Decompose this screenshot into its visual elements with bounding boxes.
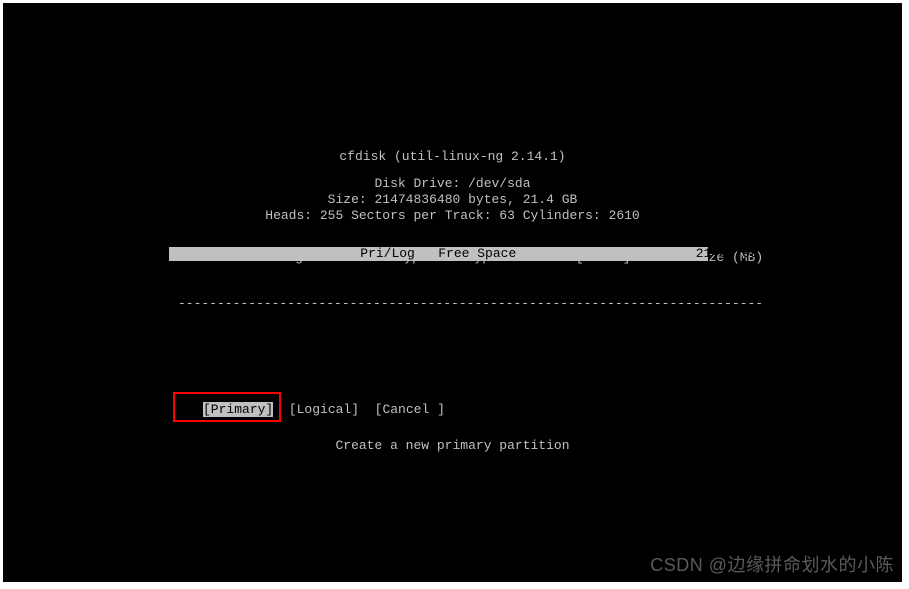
menu-cancel-button[interactable]: [Cancel ] (375, 402, 445, 417)
row-size: 21467.99 (696, 246, 758, 261)
action-menu: [Primary] [Logical] [Cancel ] (203, 402, 445, 417)
program-title: cfdisk (util-linux-ng 2.14.1) (3, 149, 902, 164)
row-part-type: Pri/Log (360, 246, 415, 261)
disk-size-info: Size: 21474836480 bytes, 21.4 GB (3, 192, 902, 208)
table-divider: ----------------------------------------… (178, 296, 703, 311)
watermark-text: CSDN @边缘拼命划水的小陈 (650, 551, 894, 577)
partition-table-header: Name Flags Part Type FS Type [Label] Siz… (178, 220, 703, 341)
menu-logical-button[interactable]: [Logical] (289, 402, 359, 417)
menu-primary-button[interactable]: [Primary] (203, 402, 273, 417)
row-fs-type: Free Space (438, 246, 516, 261)
header-info: cfdisk (util-linux-ng 2.14.1) Disk Drive… (3, 149, 902, 224)
terminal-window: cfdisk (util-linux-ng 2.14.1) Disk Drive… (3, 3, 902, 582)
disk-drive-info: Disk Drive: /dev/sda (3, 176, 902, 192)
action-hint: Create a new primary partition (3, 438, 902, 453)
partition-row-selected[interactable]: Pri/Log Free Space 21467.99 (169, 247, 708, 261)
